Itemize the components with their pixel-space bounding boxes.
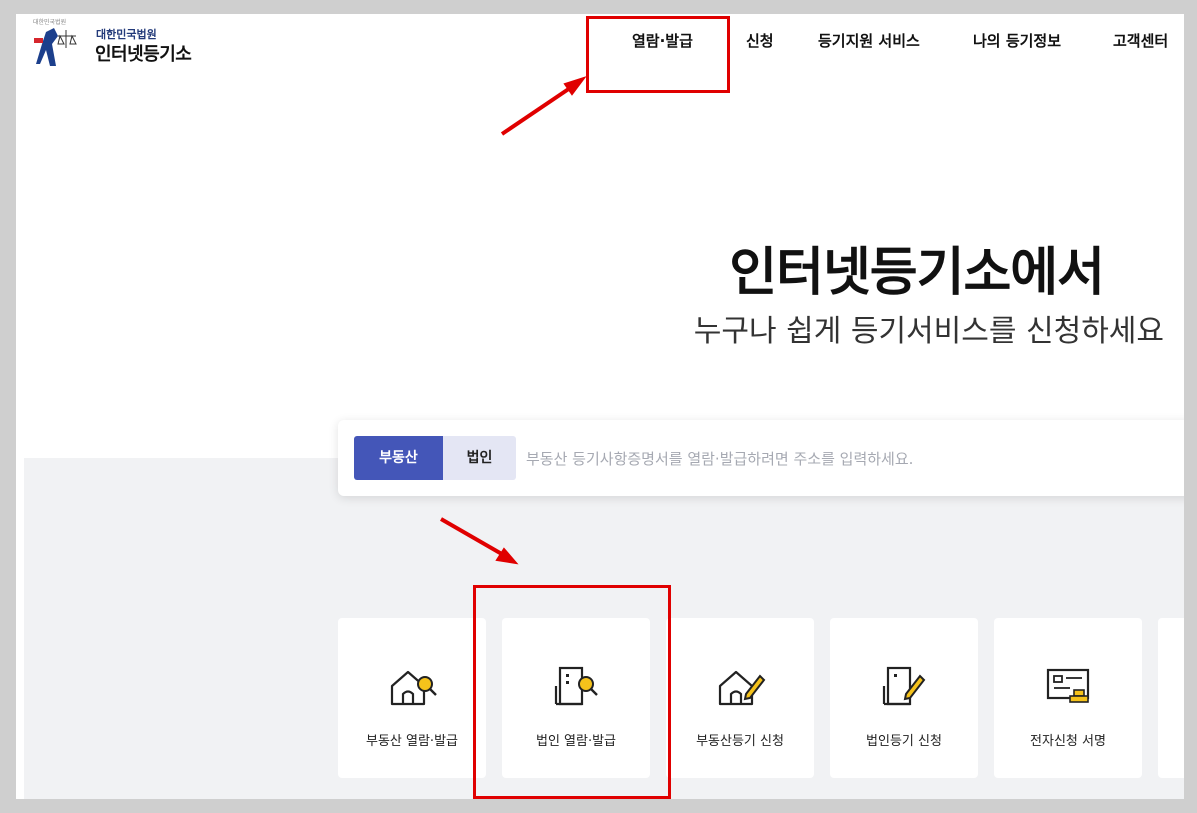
card-label: 법인등기 신청 xyxy=(866,734,942,749)
card-label: 부동산 열람·발급 xyxy=(366,734,458,749)
tab-real-estate[interactable]: 부동산 xyxy=(354,436,443,480)
card-label: 부동산등기 신청 xyxy=(696,734,784,749)
annotation-highlight-nav xyxy=(586,16,730,93)
card-real-estate-view[interactable]: 부동산 열람·발급 xyxy=(338,618,486,778)
annotation-arrow-nav xyxy=(500,76,587,136)
tab-corporation[interactable]: 법인 xyxy=(443,436,516,480)
nav-item-customer-center[interactable]: 고객센터 xyxy=(1113,30,1168,51)
nav-item-apply[interactable]: 신청 xyxy=(746,30,774,51)
hero-subtitle: 누구나 쉽게 등기서비스를 신청하세요 xyxy=(693,314,1164,349)
browser-viewport: 대한민국법원 대한민국법원 인터넷등기소 열람·발급 신청 등기지원 서비스 나… xyxy=(16,14,1184,799)
card-label: 전자신청 서명 xyxy=(1030,734,1106,749)
logo-title: 인터넷등기소 xyxy=(95,44,192,65)
house-search-icon xyxy=(390,670,437,706)
nav-item-my-registry[interactable]: 나의 등기정보 xyxy=(973,30,1061,51)
card-e-signature[interactable]: 전자신청 서명 xyxy=(994,618,1142,778)
court-emblem-icon: 대한민국법원 xyxy=(33,18,77,66)
card-real-estate-apply[interactable]: 부동산등기 신청 xyxy=(666,618,814,778)
document-stamp-icon xyxy=(1046,668,1090,703)
annotation-highlight-card xyxy=(473,585,671,799)
building-pen-icon xyxy=(882,666,926,706)
hero-title: 인터넷등기소에서 xyxy=(729,243,1105,303)
house-pen-icon xyxy=(718,670,766,706)
svg-text:대한민국법원: 대한민국법원 xyxy=(33,18,66,26)
search-bar: 부동산 법인 xyxy=(338,420,1184,496)
address-search-input[interactable] xyxy=(524,436,1168,482)
card-next-partial[interactable] xyxy=(1158,618,1184,778)
card-corporation-apply[interactable]: 법인등기 신청 xyxy=(830,618,978,778)
nav-item-support-service[interactable]: 등기지원 서비스 xyxy=(818,30,920,51)
site-logo[interactable]: 대한민국법원 대한민국법원 인터넷등기소 xyxy=(24,14,214,74)
